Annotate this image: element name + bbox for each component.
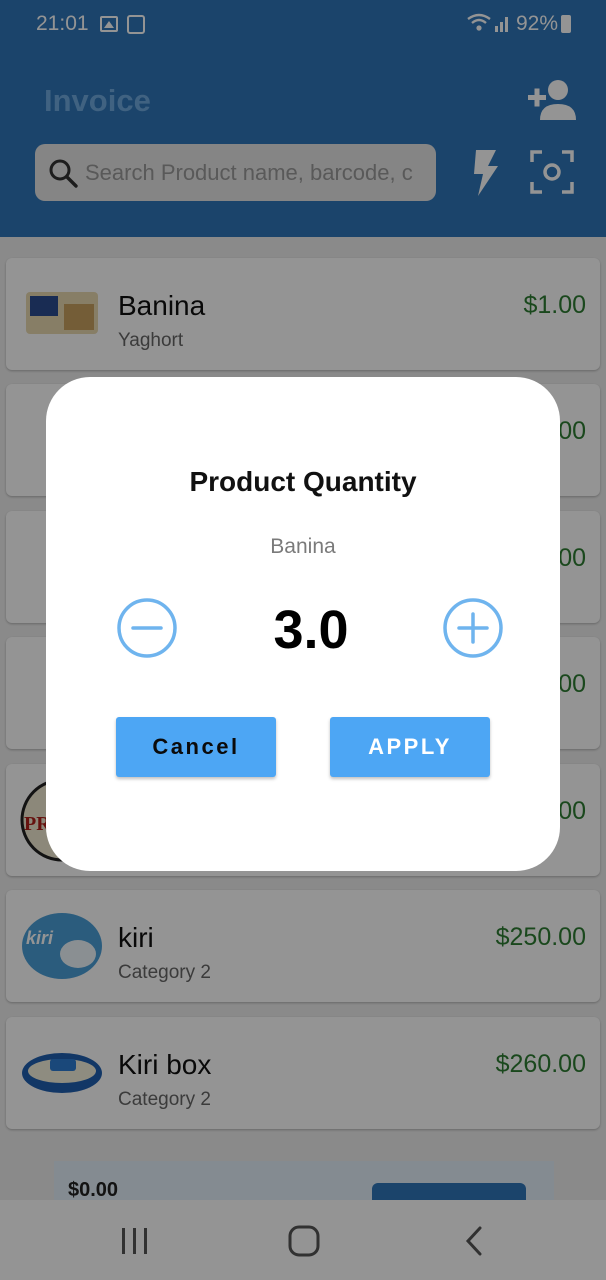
dialog-product-name: Banina (270, 535, 336, 558)
cancel-button[interactable]: Cancel (116, 717, 276, 777)
increase-quantity-icon[interactable] (442, 597, 504, 659)
apply-button[interactable]: APPLY (330, 717, 490, 777)
quantity-value: 3.0 (273, 600, 349, 660)
product-quantity-dialog: Product Quantity Banina 3.0 Cancel APPLY (46, 377, 560, 871)
decrease-quantity-icon[interactable] (116, 597, 178, 659)
dialog-title: Product Quantity (189, 466, 417, 497)
